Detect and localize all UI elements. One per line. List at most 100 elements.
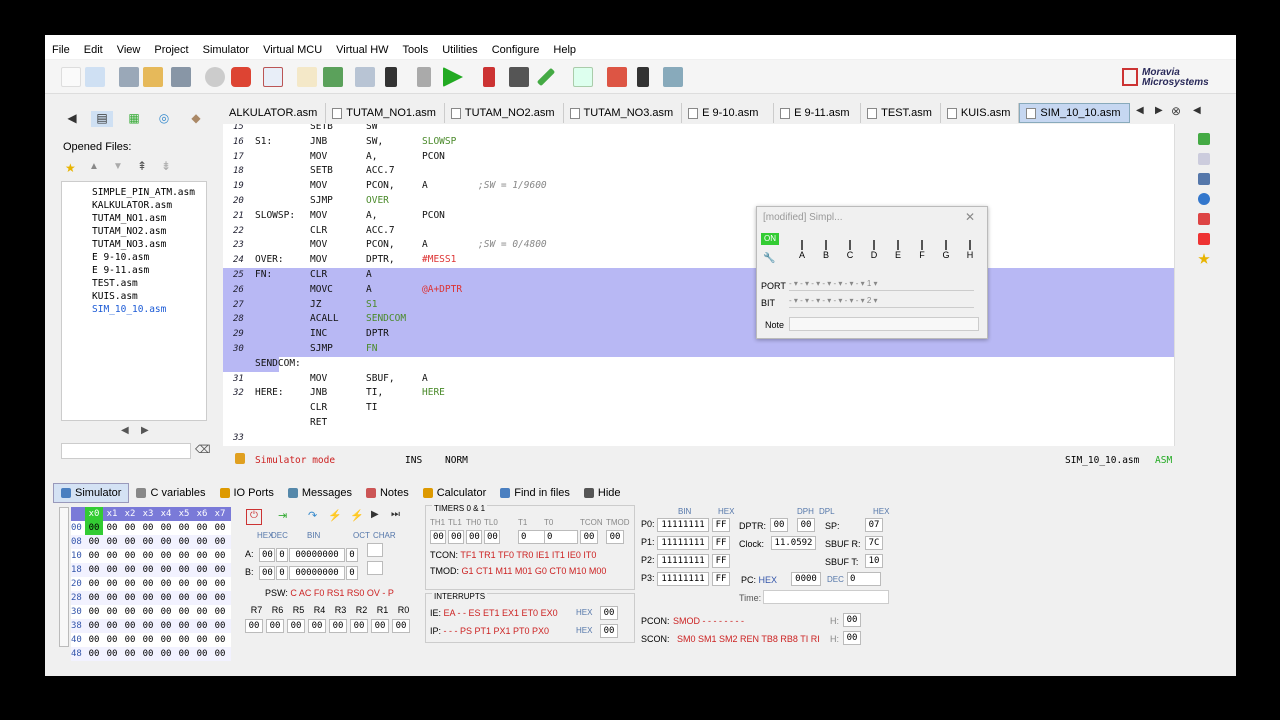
- run-step-icon[interactable]: ▶: [371, 509, 379, 520]
- animate-icon[interactable]: ⚡: [328, 509, 342, 522]
- tab-next-icon[interactable]: ▶: [1155, 105, 1163, 116]
- memory-cell[interactable]: 00: [85, 633, 103, 647]
- memory-cell[interactable]: 00: [139, 521, 157, 535]
- memory-cell[interactable]: 00: [121, 535, 139, 549]
- memory-cell[interactable]: 00: [211, 521, 229, 535]
- build-icon[interactable]: [323, 67, 343, 87]
- file-item[interactable]: KALKULATOR.asm: [62, 199, 206, 212]
- note-input[interactable]: [789, 317, 979, 331]
- memory-cell[interactable]: 00: [211, 577, 229, 591]
- memory-cell[interactable]: 00: [139, 577, 157, 591]
- timer-value[interactable]: 00: [430, 530, 446, 544]
- menu-item[interactable]: File: [45, 44, 77, 56]
- bottom-tab-find-in-files[interactable]: Find in files: [493, 483, 577, 503]
- memory-cell[interactable]: 00: [175, 633, 193, 647]
- file-item[interactable]: TUTAM_NO2.asm: [62, 225, 206, 238]
- info-icon[interactable]: [1198, 193, 1210, 205]
- memory-cell[interactable]: 00: [175, 563, 193, 577]
- memory-cell[interactable]: 00: [103, 633, 121, 647]
- register-value[interactable]: 00: [259, 566, 275, 580]
- memory-cell[interactable]: 00: [157, 521, 175, 535]
- editor-tab[interactable]: TUTAM_NO1.asm: [326, 103, 445, 123]
- ip-value[interactable]: 00: [600, 624, 618, 638]
- memory-cell[interactable]: 00: [139, 535, 157, 549]
- port-bin[interactable]: 11111111: [657, 554, 709, 568]
- memory-cell[interactable]: 00: [157, 647, 175, 661]
- file-item[interactable]: SIM_10_10.asm: [62, 303, 206, 316]
- memory-cell[interactable]: 00: [193, 577, 211, 591]
- memory-cell[interactable]: 00: [139, 619, 157, 633]
- memory-cell[interactable]: 00: [85, 591, 103, 605]
- move-top-icon[interactable]: ⇞: [137, 159, 147, 173]
- breakpoint-icon[interactable]: [483, 67, 495, 87]
- memory-cell[interactable]: 00: [211, 605, 229, 619]
- timer-value[interactable]: 00: [580, 530, 598, 544]
- register-value[interactable]: 0: [346, 566, 358, 580]
- register-value[interactable]: 00: [259, 548, 275, 562]
- memory-cell[interactable]: 00: [103, 591, 121, 605]
- memory-cell[interactable]: 00: [193, 549, 211, 563]
- switch-a[interactable]: A: [793, 240, 811, 266]
- menu-item[interactable]: Virtual HW: [329, 44, 395, 56]
- port-hex[interactable]: FF: [712, 554, 730, 568]
- menu-item[interactable]: Help: [546, 44, 583, 56]
- menu-item[interactable]: Project: [147, 44, 195, 56]
- memory-cell[interactable]: 00: [85, 549, 103, 563]
- editor-tab[interactable]: E 9-11.asm: [774, 103, 862, 123]
- editor-tab[interactable]: KUIS.asm: [941, 103, 1020, 123]
- pcon-value[interactable]: 00: [843, 613, 861, 627]
- tab-close-icon[interactable]: ⊗: [1171, 104, 1181, 118]
- code-editor[interactable]: 15 SETB SW 16 S1: JNB SW, SLOWSP 17 MOV A, PCON 18 SE…: [223, 124, 1185, 446]
- chip-icon[interactable]: [1198, 133, 1210, 145]
- rocket-icon[interactable]: [607, 67, 627, 87]
- shapes-icon[interactable]: [1198, 213, 1210, 225]
- memory-cell[interactable]: 00: [193, 647, 211, 661]
- files-icon[interactable]: ▦: [123, 111, 145, 127]
- memory-cell[interactable]: 00: [121, 619, 139, 633]
- bottom-tab-notes[interactable]: Notes: [359, 483, 416, 503]
- memory-cell[interactable]: 00: [85, 605, 103, 619]
- timer-value[interactable]: 00: [606, 530, 624, 544]
- memory-cell[interactable]: 00: [139, 563, 157, 577]
- switch-f[interactable]: F: [913, 240, 931, 266]
- menu-item[interactable]: Virtual MCU: [256, 44, 329, 56]
- memory-cell[interactable]: 00: [175, 521, 193, 535]
- dpl-value[interactable]: 00: [797, 518, 815, 532]
- io-ports-window[interactable]: [modified] Simpl... ✕ ON 🔧 A B C D E F G H PORT…: [756, 206, 988, 339]
- editor-tab[interactable]: SIM_10_10.asm: [1019, 103, 1130, 123]
- memory-cell[interactable]: 00: [193, 563, 211, 577]
- panel-collapse-icon[interactable]: ◀: [1193, 105, 1201, 116]
- memory-scrollbar[interactable]: [59, 507, 69, 647]
- reset-icon[interactable]: ⏻: [246, 509, 262, 525]
- settings-icon[interactable]: [1198, 153, 1210, 165]
- bit-selectors[interactable]: - ▾ - ▾ - ▾ - ▾ - ▾ - ▾ - ▾ 2 ▾: [789, 296, 974, 308]
- memory-cell[interactable]: 00: [121, 647, 139, 661]
- memory-cell[interactable]: 00: [103, 521, 121, 535]
- port-hex[interactable]: FF: [712, 536, 730, 550]
- switch-e[interactable]: E: [889, 240, 907, 266]
- register-value[interactable]: 0: [346, 548, 358, 562]
- grid-icon[interactable]: [509, 67, 529, 87]
- pen-icon[interactable]: [536, 67, 556, 87]
- memory-cell[interactable]: 00: [103, 577, 121, 591]
- bottom-tab-c-variables[interactable]: C variables: [129, 483, 212, 503]
- timer-value[interactable]: 0: [544, 530, 578, 544]
- memory-cell[interactable]: 00: [211, 647, 229, 661]
- open-file-icon[interactable]: [85, 67, 105, 87]
- editor-tab[interactable]: TUTAM_NO3.asm: [564, 103, 683, 123]
- memory-cell[interactable]: 00: [157, 605, 175, 619]
- editor-scrollbar[interactable]: [1174, 124, 1185, 446]
- memory-cell[interactable]: 00: [139, 647, 157, 661]
- list-view-icon[interactable]: [1198, 173, 1210, 185]
- fast-icon[interactable]: ⚡: [350, 509, 364, 522]
- ie-value[interactable]: 00: [600, 606, 618, 620]
- memory-cell[interactable]: 00: [103, 535, 121, 549]
- menu-item[interactable]: Simulator: [196, 44, 256, 56]
- memory-cell[interactable]: 00: [139, 549, 157, 563]
- file-filter-input[interactable]: [61, 443, 191, 459]
- r-register-value[interactable]: 00: [287, 619, 305, 633]
- memory-cell[interactable]: 00: [211, 591, 229, 605]
- scroll-left-icon[interactable]: ◀: [121, 425, 129, 436]
- window-icon[interactable]: [263, 67, 283, 87]
- editor-tab[interactable]: E 9-10.asm: [682, 103, 775, 123]
